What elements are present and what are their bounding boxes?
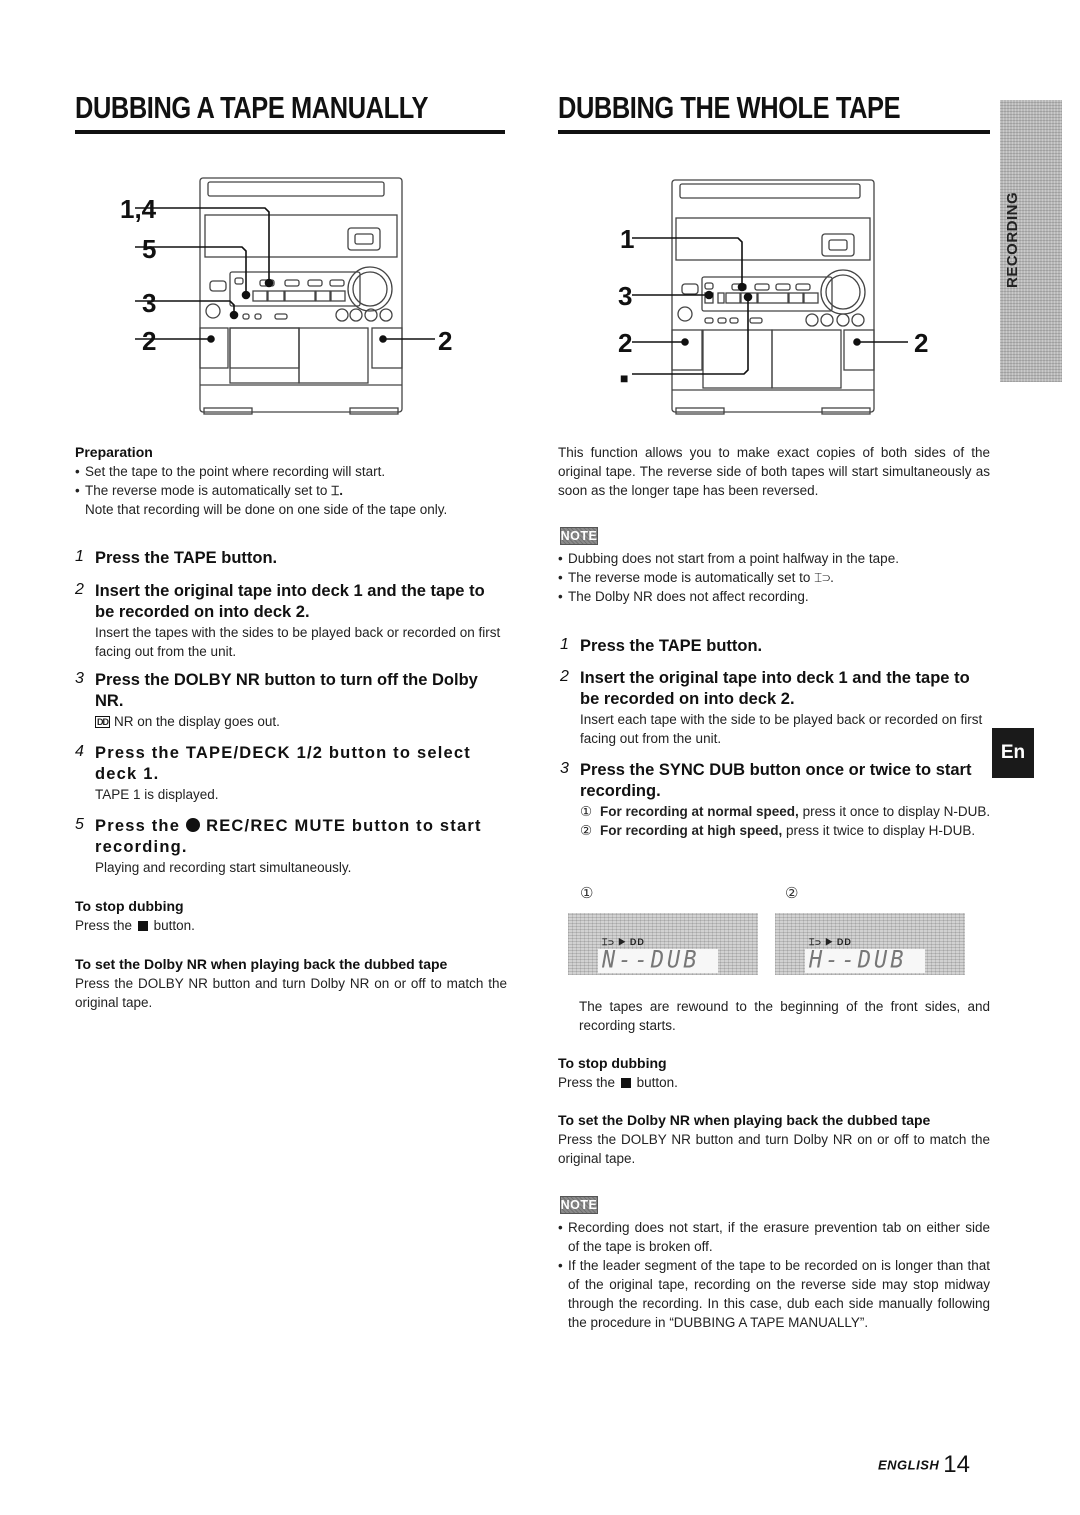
note1-bullet: The Dolby NR does not affect recording. <box>558 587 990 606</box>
right-step-1: 1 Press the TAPE button. <box>560 636 992 657</box>
left-device-diagram: 1,4 5 3 2 2 <box>120 177 452 415</box>
note2-list: Recording does not start, if the erasure… <box>558 1218 990 1332</box>
stop-heading: To stop dubbing <box>558 1055 667 1071</box>
recording-tab-label: RECORDING <box>1004 191 1021 288</box>
step-heading: Press the REC/REC MUTE button to start re… <box>95 817 482 856</box>
left-step-4: 4 Press the TAPE/DECK 1/2 button to sele… <box>75 743 507 804</box>
lcd-display-h-dub: ⌶⊃ ▶ DD H--DUB <box>775 913 965 975</box>
lcd-text: H--DUB <box>809 946 907 975</box>
right-device-diagram: 1 3 2 ■ 2 <box>618 179 928 415</box>
right-title-rule <box>558 130 990 134</box>
callout-2-left: 2 <box>142 326 156 356</box>
right-step-2: 2 Insert the original tape into deck 1 a… <box>560 668 992 748</box>
step-heading: Insert the original tape into deck 1 and… <box>580 669 970 708</box>
left-step-1: 1 Press the TAPE button. <box>75 548 507 569</box>
preparation-note: Note that recording will be done on one … <box>85 502 448 517</box>
dolby-body: Press the DOLBY NR button and turn Dolby… <box>75 976 507 1010</box>
step-heading: Press the TAPE/DECK 1/2 button to select… <box>95 744 471 783</box>
note2-bullet: Recording does not start, if the erasure… <box>558 1218 990 1256</box>
callout-2-left: 2 <box>618 328 632 358</box>
preparation-bullet: Set the tape to the point where recordin… <box>75 462 505 481</box>
left-step-2: 2 Insert the original tape into deck 1 a… <box>75 581 507 661</box>
step-heading: Press the DOLBY NR button to turn off th… <box>95 671 478 710</box>
dolby-body: Press the DOLBY NR button and turn Dolby… <box>558 1132 990 1166</box>
note1-bullet: Dubbing does not start from a point half… <box>558 549 990 568</box>
stop-icon <box>137 921 148 931</box>
step-body: TAPE 1 is displayed. <box>95 787 219 802</box>
dolby-heading: To set the Dolby NR when playing back th… <box>558 1112 931 1128</box>
callout-1: 1 <box>620 224 634 254</box>
after-displays-text: The tapes are rewound to the beginning o… <box>579 999 990 1033</box>
left-dolby-section: To set the Dolby NR when playing back th… <box>75 955 507 1012</box>
note2-bullet: If the leader segment of the tape to be … <box>558 1256 990 1332</box>
left-section-title: DUBBING A TAPE MANUALLY <box>75 90 429 125</box>
step-body: Playing and recording start simultaneous… <box>95 860 352 875</box>
preparation-heading: Preparation <box>75 444 153 460</box>
footer-language: ENGLISH <box>878 1457 940 1473</box>
note-badge: NOTE <box>560 1196 598 1214</box>
left-title-rule <box>75 130 505 134</box>
page-footer: ENGLISH 14 <box>878 1451 970 1479</box>
step-heading: Press the SYNC DUB button once or twice … <box>580 761 972 800</box>
step-number: 1 <box>560 636 569 653</box>
callout-3: 3 <box>142 288 156 318</box>
left-step-3: 3 Press the DOLBY NR button to turn off … <box>75 670 507 731</box>
step-heading: Press the TAPE button. <box>95 549 278 567</box>
step-heading: Insert the original tape into deck 1 and… <box>95 582 485 621</box>
step-number: 2 <box>560 668 569 685</box>
note-badge: NOTE <box>560 527 598 545</box>
right-dolby-section: To set the Dolby NR when playing back th… <box>558 1111 990 1168</box>
dolby-heading: To set the Dolby NR when playing back th… <box>75 956 448 972</box>
left-stop-dubbing: To stop dubbing Press the button. <box>75 897 507 935</box>
stop-icon <box>620 1078 631 1088</box>
right-stop-dubbing: To stop dubbing Press the button. <box>558 1054 990 1092</box>
step-number: 4 <box>75 743 84 760</box>
recording-section-tab: RECORDING <box>1000 100 1062 382</box>
lcd-display-n-dub: ⌶⊃ ▶ DD N--DUB <box>568 913 758 975</box>
left-step-5: 5 Press the REC/REC MUTE button to start … <box>75 816 507 877</box>
callout-stop: ■ <box>620 370 628 386</box>
callout-3: 3 <box>618 281 632 311</box>
callout-5: 5 <box>142 234 156 264</box>
step-number: 2 <box>75 581 84 598</box>
record-dot-icon <box>186 818 201 832</box>
preparation-bullet: The reverse mode is automatically set to… <box>75 481 505 500</box>
step-number: 1 <box>75 548 84 565</box>
callout-2-right: 2 <box>438 326 452 356</box>
display-1-marker: ① <box>580 885 594 902</box>
step-number: 5 <box>75 816 84 833</box>
step-body: Insert the tapes with the sides to be pl… <box>95 625 501 659</box>
note1-bullet: The reverse mode is automatically set to… <box>558 568 990 587</box>
right-step-3: 3 Press the SYNC DUB button once or twic… <box>560 760 992 840</box>
step-options: ① For recording at normal speed, press i… <box>580 802 992 840</box>
stop-heading: To stop dubbing <box>75 898 184 914</box>
step-body: Insert each tape with the side to be pla… <box>580 712 983 746</box>
language-tab: En <box>992 728 1034 778</box>
dolby-icon: DD <box>95 716 110 728</box>
option-normal-speed: ① For recording at normal speed, press i… <box>580 804 991 819</box>
callout-1-4: 1,4 <box>120 194 157 224</box>
callout-2-right: 2 <box>914 328 928 358</box>
option-high-speed: ② For recording at high speed, press it … <box>580 823 976 838</box>
stop-body: Press the button. <box>75 918 195 933</box>
stop-body: Press the button. <box>558 1075 678 1090</box>
right-intro: This function allows you to make exact c… <box>558 445 990 498</box>
note1-list: Dubbing does not start from a point half… <box>558 549 990 606</box>
step-number: 3 <box>75 670 84 687</box>
right-section-title: DUBBING THE WHOLE TAPE <box>558 90 901 125</box>
display-2-marker: ② <box>785 885 799 902</box>
step-heading: Press the TAPE button. <box>580 637 763 655</box>
step-number: 3 <box>560 760 569 777</box>
step-body: DD NR on the display goes out. <box>95 714 280 729</box>
lcd-text: N--DUB <box>602 946 700 975</box>
preparation-block: Preparation Set the tape to the point wh… <box>75 443 505 519</box>
reverse-mode-icon: ⌶. <box>331 483 343 498</box>
page-number: 14 <box>943 1451 970 1478</box>
